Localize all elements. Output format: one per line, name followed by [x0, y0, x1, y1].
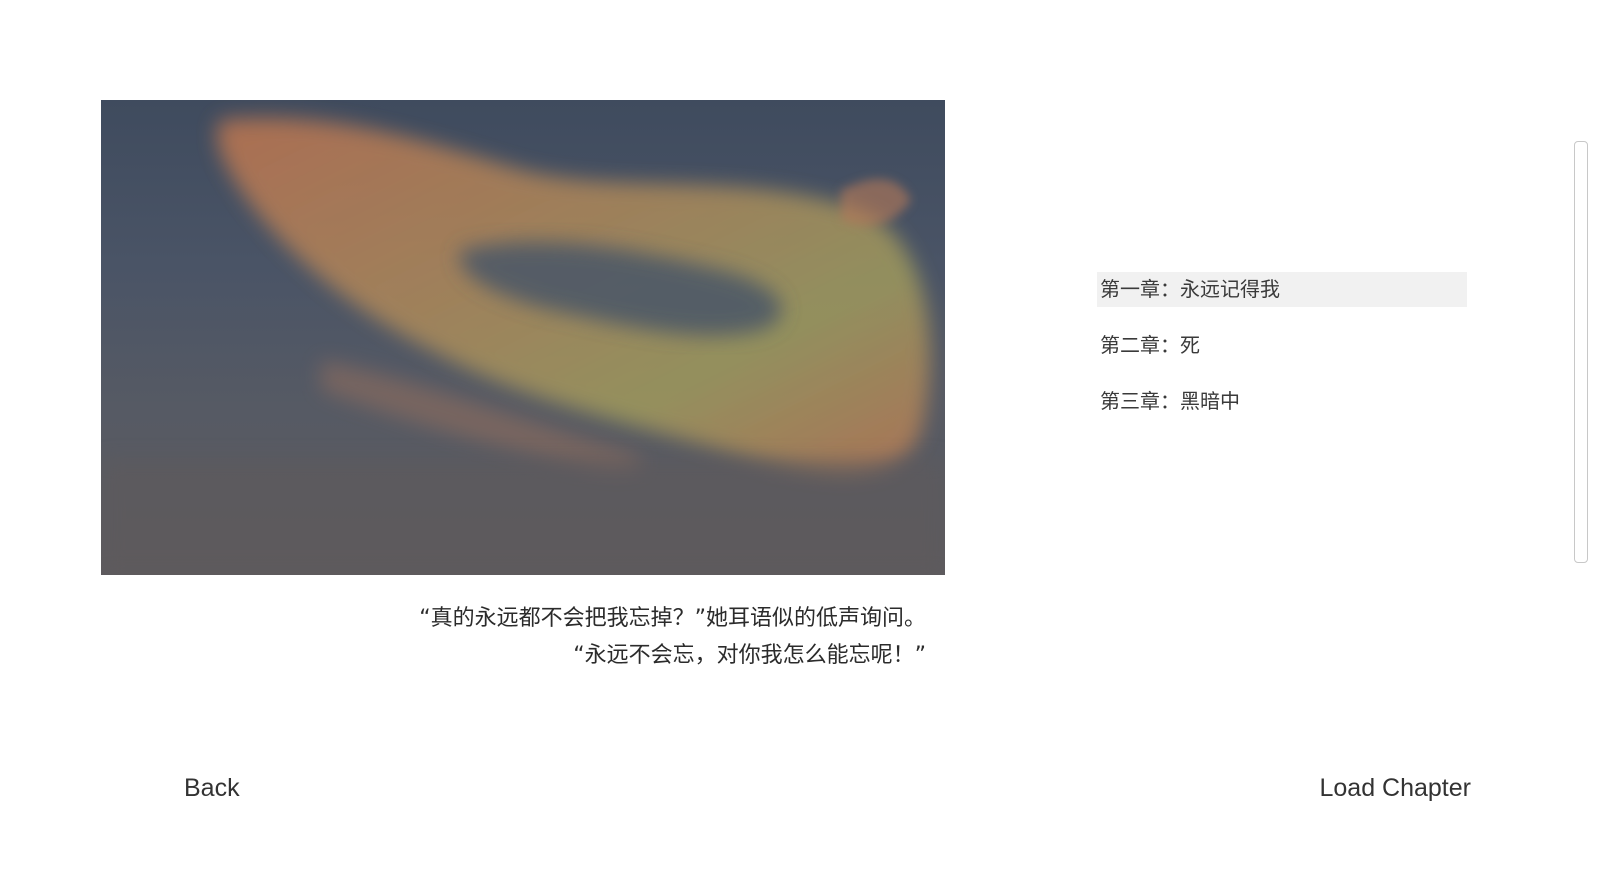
quote-line-1: “真的永远都不会把我忘掉？”她耳语似的低声询问。 [419, 606, 926, 631]
chapter-list-scrollbar[interactable] [1574, 141, 1588, 563]
scrollbar-thumb[interactable] [1574, 141, 1588, 563]
chapter-item-1[interactable]: 第一章：永远记得我 [1097, 272, 1467, 307]
sunset-clouds-image [101, 118, 945, 575]
chapter-quote: “真的永远都不会把我忘掉？”她耳语似的低声询问。 “永远不会忘，对你我怎么能忘呢… [101, 600, 926, 674]
chapter-preview-image [101, 100, 945, 575]
chapter-item-2[interactable]: 第二章：死 [1097, 328, 1467, 363]
quote-line-2: “永远不会忘，对你我怎么能忘呢！” [573, 643, 926, 668]
chapter-item-3[interactable]: 第三章：黑暗中 [1097, 384, 1467, 419]
chapter-list: 第一章：永远记得我 第二章：死 第三章：黑暗中 [1097, 272, 1467, 440]
load-chapter-button[interactable]: Load Chapter [1319, 772, 1471, 804]
chapter-select-screen: “真的永远都不会把我忘掉？”她耳语似的低声询问。 “永远不会忘，对你我怎么能忘呢… [0, 0, 1601, 893]
back-button[interactable]: Back [184, 772, 240, 804]
